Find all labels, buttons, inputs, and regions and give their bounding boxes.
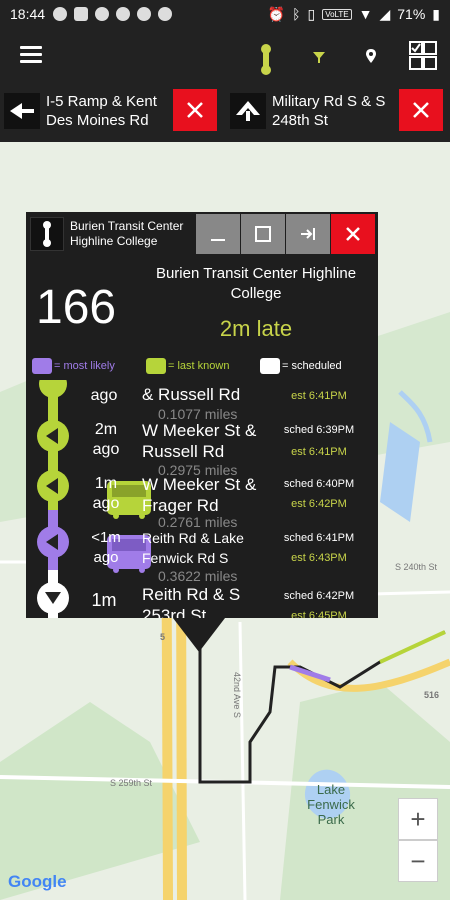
alarm-icon: ⏰ — [267, 5, 286, 22]
location-pin-icon[interactable] — [365, 48, 377, 64]
arrival-est: est 6:41PM — [291, 390, 347, 402]
maximize-icon — [255, 226, 271, 242]
legend-label: = most likely — [54, 360, 115, 372]
stop-tab-name: I-5 Ramp & Kent Des Moines Rd — [46, 93, 157, 129]
direction-west-icon — [4, 93, 40, 129]
arrival-info-window[interactable]: Burien Transit Center Highline College 1… — [26, 212, 378, 618]
arrival-sched: sched 6:39PM — [283, 424, 355, 436]
legend-scheduled: = scheduled — [260, 358, 342, 374]
destination: Burien Transit Center Highline College — [155, 265, 357, 302]
wifi-icon: ▼ — [358, 6, 373, 22]
dock-button[interactable] — [286, 214, 330, 254]
volte-badge: VoLTE — [322, 8, 352, 20]
legend-most-likely: = most likely — [32, 358, 115, 374]
arrival-stop: Reith Rd & Lake Fenwick Rd S — [142, 530, 244, 566]
facebook-icon — [137, 7, 152, 21]
map-label-highway-5: 5 — [160, 632, 166, 642]
google-logo: Google — [8, 872, 67, 892]
arrival-status: 2m late — [219, 316, 293, 341]
arrival-row[interactable]: 1m Reith Rd & S 253rd St sched 6:42PM es… — [26, 576, 378, 618]
close-icon — [187, 102, 203, 118]
map-label-highway-516: 516 — [424, 690, 440, 700]
stop-tab[interactable]: Military Rd S & S 248th St — [230, 88, 396, 134]
google-attribution: Google — [8, 872, 67, 891]
arrival-ago: <1m ago — [91, 529, 121, 566]
legend-last-known: = last known — [146, 358, 229, 374]
notification-icon — [53, 7, 68, 21]
arrival-est: est 6:45PM — [291, 610, 347, 618]
vibrate-icon: ▯ — [307, 5, 316, 22]
notification-icons — [53, 7, 173, 21]
battery-level: 71% — [397, 6, 426, 22]
grid-view-icon[interactable] — [408, 40, 438, 72]
status-bar: 18:44 ⏰ ᛒ ▯ VoLTE ▼ ◢ 71% ▮ — [0, 0, 450, 28]
map-label-lake: Lake Fenwick Park — [307, 782, 355, 827]
dock-right-icon — [301, 228, 315, 240]
arrival-est: est 6:43PM — [291, 552, 347, 564]
info-window-stop-name: Burien Transit Center Highline College — [70, 219, 184, 248]
arrival-stop: W Meeker St & Frager Rd — [142, 475, 257, 515]
bus-icon — [260, 358, 280, 374]
arrival-sched: sched 6:41PM — [283, 532, 355, 544]
map-label-street2: S 240th St — [395, 562, 438, 572]
arrival-ago: 2m ago — [92, 421, 120, 458]
map-label-street: S 259th St — [110, 778, 153, 788]
info-window-header: Burien Transit Center Highline College — [26, 212, 378, 256]
battery-icon: ▮ — [432, 5, 440, 22]
close-icon — [413, 102, 429, 118]
stop-tabs: I-5 Ramp & Kent Des Moines Rd Military R… — [0, 84, 450, 142]
app-bar — [0, 28, 450, 84]
filter-icon[interactable] — [312, 50, 326, 64]
facebook-icon — [158, 7, 173, 21]
arrival-est: est 6:41PM — [291, 446, 347, 458]
zoom-out-button[interactable]: − — [398, 840, 438, 882]
close-stop-tab-button[interactable] — [399, 89, 443, 131]
arrival-sched: sched 6:42PM — [283, 590, 355, 602]
minimize-button[interactable] — [196, 214, 240, 254]
bus-icon — [146, 358, 166, 374]
hamburger-icon[interactable] — [20, 46, 42, 64]
legend-label: = scheduled — [282, 360, 342, 372]
arrival-ago: 1m ago — [92, 475, 120, 512]
close-icon — [346, 227, 360, 241]
route-number: 166 — [36, 281, 117, 334]
bus-icon — [32, 358, 52, 374]
arrival-list[interactable]: ago & Russell Rd 0.1077 miles est 6:41PM… — [26, 380, 378, 618]
info-window-pointer — [173, 618, 225, 652]
arrival-stop: Reith Rd & S 253rd St — [142, 585, 241, 618]
arrival-stop: & Russell Rd — [142, 385, 241, 404]
arrival-ago: 1m — [91, 590, 117, 610]
minimize-icon — [211, 239, 225, 241]
signal-icon: ◢ — [379, 5, 391, 22]
status-time: 18:44 — [10, 6, 46, 22]
arrival-sched: sched 6:40PM — [283, 478, 355, 490]
arrival-est: est 6:42PM — [291, 498, 347, 510]
facebook-icon — [116, 7, 131, 21]
maximize-button[interactable] — [241, 214, 285, 254]
arrival-row[interactable]: <1m ago Reith Rd & Lake Fenwick Rd S 0.3… — [26, 518, 378, 584]
bus-stop-icon[interactable] — [255, 42, 277, 76]
bus-stop-icon — [30, 217, 64, 251]
stop-tab-name: Military Rd S & S 248th St — [272, 93, 386, 129]
arrival-row[interactable]: 2m ago W Meeker St & Russell Rd 0.2975 m… — [26, 410, 378, 478]
message-icon — [74, 7, 89, 21]
legend-label: = last known — [168, 360, 230, 372]
bluetooth-icon: ᛒ — [292, 6, 301, 22]
arrival-row[interactable]: 1m ago W Meeker St & Frager Rd 0.2761 mi… — [26, 464, 378, 530]
map-label-ave: 42nd Ave S — [232, 672, 242, 718]
stop-tab[interactable]: I-5 Ramp & Kent Des Moines Rd — [4, 88, 170, 134]
arrival-ago: ago — [90, 387, 118, 404]
close-stop-tab-button[interactable] — [173, 89, 217, 131]
zoom-in-button[interactable]: + — [398, 798, 438, 840]
close-window-button[interactable] — [331, 214, 375, 254]
messenger-icon — [95, 7, 110, 21]
direction-north-icon — [230, 93, 266, 129]
arrival-stop: W Meeker St & Russell Rd — [142, 421, 257, 461]
